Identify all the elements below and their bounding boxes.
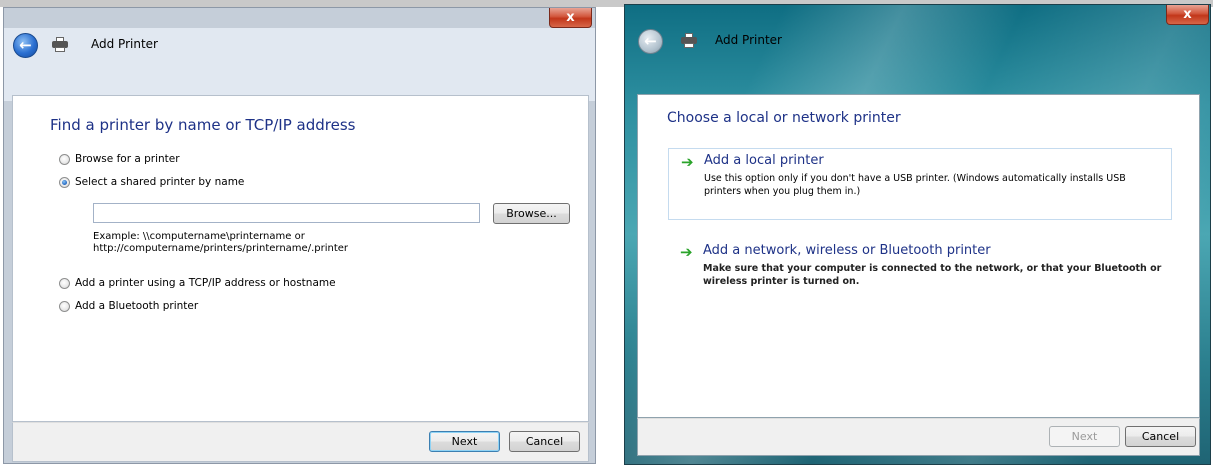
add-printer-dialog-left: x ← Add Printer Find a printer by name o… — [3, 7, 596, 464]
back-arrow-icon: ← — [644, 31, 657, 50]
radio-button[interactable] — [59, 277, 70, 289]
radio-label: Select a shared printer by name — [75, 176, 245, 188]
add-local-printer-option[interactable]: ➔ Add a local printer Use this option on… — [668, 148, 1172, 220]
button-bar: Next Cancel — [12, 422, 589, 462]
radio-bluetooth-printer[interactable]: Add a Bluetooth printer — [59, 300, 198, 312]
radio-label: Add a Bluetooth printer — [75, 300, 199, 312]
close-icon: x — [1183, 7, 1192, 22]
radio-button[interactable] — [59, 300, 70, 312]
add-printer-dialog-right: x ← Add Printer Choose a local or networ… — [624, 4, 1211, 465]
next-button[interactable]: Next — [429, 431, 500, 452]
title-bar — [625, 27, 1210, 97]
window-title: Add Printer — [91, 37, 158, 51]
close-button[interactable]: x — [1166, 5, 1209, 25]
page-heading: Find a printer by name or TCP/IP address — [50, 116, 356, 134]
radio-tcpip-printer[interactable]: Add a printer using a TCP/IP address or … — [59, 277, 336, 289]
back-button[interactable]: ← — [13, 33, 38, 58]
browse-button[interactable]: Browse... — [493, 203, 570, 224]
example-text: Example: \\computername\printername or h… — [93, 231, 348, 255]
printer-icon — [681, 33, 697, 48]
radio-shared-printer[interactable]: Select a shared printer by name — [59, 176, 244, 188]
option-title: Add a network, wireless or Bluetooth pri… — [703, 243, 991, 258]
close-icon: x — [566, 10, 575, 25]
printer-icon — [52, 37, 68, 52]
cancel-button[interactable]: Cancel — [1125, 426, 1196, 447]
cancel-button[interactable]: Cancel — [509, 431, 580, 452]
example-line: Example: \\computername\printername or — [93, 231, 305, 242]
radio-label: Add a printer using a TCP/IP address or … — [75, 277, 336, 289]
option-description: Make sure that your computer is connecte… — [703, 263, 1162, 287]
green-arrow-icon: ➔ — [680, 243, 693, 261]
printer-name-input[interactable] — [93, 203, 480, 223]
button-bar: Next Cancel — [637, 418, 1200, 456]
radio-button[interactable] — [59, 153, 70, 165]
close-button[interactable]: x — [549, 8, 592, 28]
back-button[interactable]: ← — [638, 29, 663, 54]
radio-browse-printer[interactable]: Browse for a printer — [59, 153, 180, 165]
add-network-printer-option[interactable]: ➔ Add a network, wireless or Bluetooth p… — [668, 239, 1172, 303]
option-title: Add a local printer — [704, 153, 824, 168]
back-arrow-icon: ← — [19, 35, 32, 54]
example-line: http://computername/printers/printername… — [93, 243, 349, 254]
green-arrow-icon: ➔ — [681, 153, 694, 171]
option-description: Use this option only if you don't have a… — [704, 173, 1126, 197]
content-panel: Choose a local or network printer ➔ Add … — [637, 94, 1200, 418]
next-button[interactable]: Next — [1049, 426, 1120, 447]
radio-label: Browse for a printer — [75, 153, 180, 165]
radio-button[interactable] — [59, 176, 70, 188]
page-heading: Choose a local or network printer — [667, 110, 901, 126]
window-title: Add Printer — [715, 33, 782, 47]
content-panel: Find a printer by name or TCP/IP address… — [12, 95, 589, 422]
